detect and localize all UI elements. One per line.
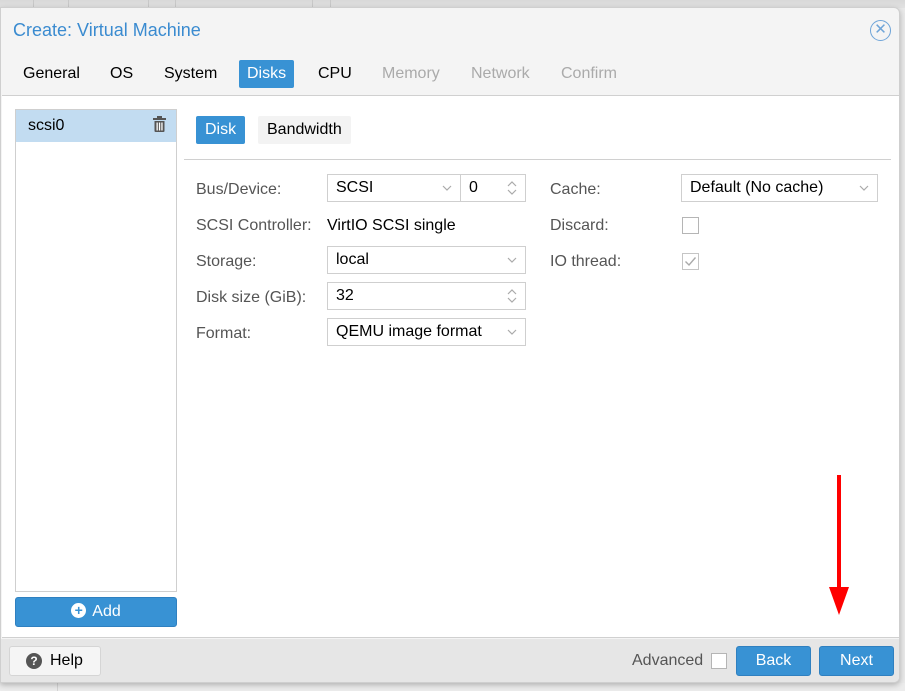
bus-select[interactable]: SCSI — [327, 174, 461, 202]
tab-os[interactable]: OS — [102, 60, 141, 88]
format-value: QEMU image format — [336, 323, 482, 340]
disk-item-label: scsi0 — [28, 117, 65, 134]
disk-list: scsi0 — [15, 109, 177, 592]
arrow-shaft — [837, 475, 841, 590]
scsi-controller-value: VirtIO SCSI single — [327, 217, 456, 234]
chevron-down-icon — [442, 185, 452, 191]
red-arrow-annotation — [829, 475, 849, 615]
format-select[interactable]: QEMU image format — [327, 318, 526, 346]
chevron-down-icon — [859, 185, 869, 191]
add-button-label: Add — [92, 603, 121, 620]
disks-panel: scsi0 +Add Disk Bandwidth Bus/Device: S — [2, 95, 899, 638]
background-app-bottom — [0, 683, 905, 691]
tab-memory: Memory — [382, 65, 440, 82]
format-label: Format: — [196, 325, 252, 342]
bus-value: SCSI — [336, 179, 374, 196]
subtab-divider — [184, 159, 891, 160]
discard-checkbox[interactable] — [682, 217, 699, 234]
spinner-icon[interactable] — [506, 287, 518, 305]
device-number-input[interactable]: 0 — [460, 174, 526, 202]
chevron-down-icon — [507, 257, 517, 263]
bus-device-label: Bus/Device: — [196, 181, 282, 198]
close-button[interactable]: ✕ — [870, 20, 891, 41]
io-thread-label: IO thread: — [550, 253, 622, 270]
subtab-disk[interactable]: Disk — [196, 116, 246, 144]
create-vm-dialog: Create: Virtual Machine ✕ General OS Sys… — [0, 7, 900, 683]
tab-confirm: Confirm — [561, 65, 618, 82]
device-value: 0 — [469, 179, 478, 196]
chevron-down-icon — [507, 329, 517, 335]
tab-general[interactable]: General — [15, 60, 88, 88]
cache-value: Default (No cache) — [690, 179, 824, 196]
storage-label: Storage: — [196, 253, 257, 270]
spinner-icon[interactable] — [506, 179, 518, 197]
plus-circle-icon: + — [71, 603, 87, 618]
tab-network: Network — [471, 65, 530, 82]
background-divider — [57, 683, 58, 691]
disk-size-value: 32 — [336, 287, 354, 304]
help-label: Help — [50, 652, 83, 669]
scsi-controller-label: SCSI Controller: — [196, 217, 312, 234]
cache-label: Cache: — [550, 181, 601, 198]
tab-cpu[interactable]: CPU — [310, 60, 360, 88]
tab-disks[interactable]: Disks — [239, 60, 295, 88]
help-button[interactable]: ? Help — [9, 646, 101, 676]
add-disk-button[interactable]: + Add — [15, 597, 177, 627]
arrow-head — [829, 587, 849, 615]
dialog-title: Create: Virtual Machine — [13, 20, 201, 40]
disk-size-label: Disk size (GiB): — [196, 289, 307, 306]
close-circle-icon: ✕ — [874, 21, 887, 38]
tab-system[interactable]: System — [156, 60, 225, 88]
disk-size-input[interactable]: 32 — [327, 282, 526, 310]
next-button[interactable]: Next — [819, 646, 894, 676]
back-button[interactable]: Back — [736, 646, 811, 676]
advanced-label: Advanced — [632, 652, 704, 669]
checkmark-icon — [685, 257, 697, 267]
cache-select[interactable]: Default (No cache) — [681, 174, 878, 202]
io-thread-checkbox[interactable] — [682, 253, 699, 270]
trash-icon[interactable] — [153, 116, 166, 132]
disk-list-item[interactable]: scsi0 — [16, 110, 176, 142]
discard-label: Discard: — [550, 217, 609, 234]
storage-value: local — [336, 251, 369, 268]
subtab-bandwidth[interactable]: Bandwidth — [258, 116, 351, 144]
dialog-footer: ? Help Advanced Back Next — [1, 639, 899, 682]
storage-select[interactable]: local — [327, 246, 526, 274]
advanced-checkbox[interactable] — [711, 653, 727, 669]
question-circle-icon: ? — [26, 653, 42, 669]
